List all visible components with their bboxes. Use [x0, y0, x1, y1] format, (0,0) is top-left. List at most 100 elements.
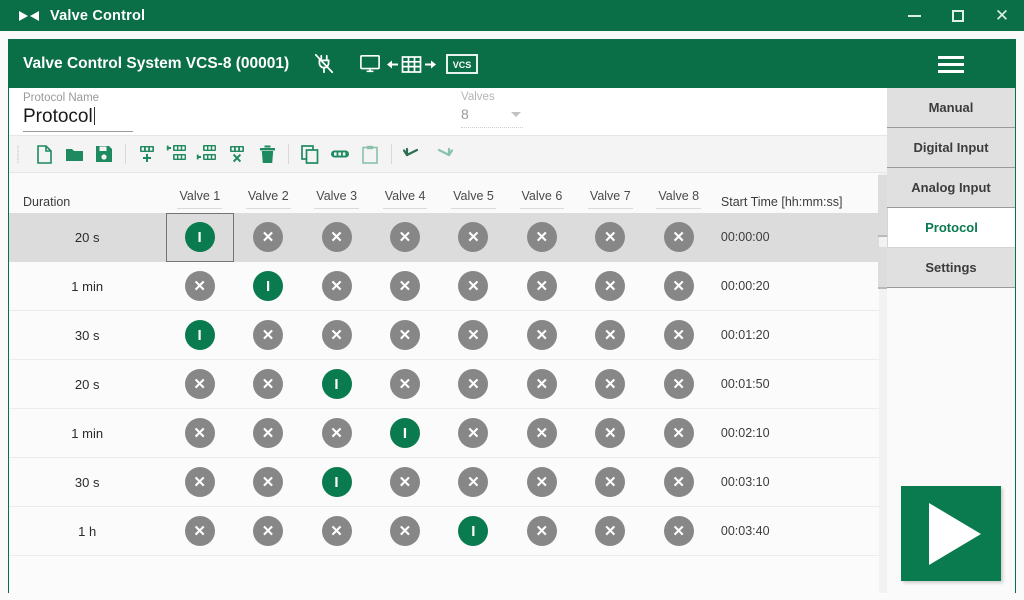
cell-valve-1[interactable]: ✕ [165, 507, 233, 556]
valve-off-icon[interactable]: ✕ [458, 369, 488, 399]
cell-valve-5[interactable]: ✕ [439, 311, 507, 360]
table-row[interactable]: 20 s✕✕I✕✕✕✕✕00:01:50 [9, 360, 889, 409]
cell-valve-2[interactable]: ✕ [234, 311, 302, 360]
valve-off-icon[interactable]: ✕ [664, 418, 694, 448]
cell-valve-5[interactable]: ✕ [439, 262, 507, 311]
protocol-name-input[interactable]: Protocol [23, 106, 133, 132]
cut-button[interactable] [325, 139, 355, 169]
cell-valve-3[interactable]: ✕ [302, 262, 370, 311]
valve-off-icon[interactable]: ✕ [253, 369, 283, 399]
valve-off-icon[interactable]: ✕ [322, 222, 352, 252]
valve-off-icon[interactable]: ✕ [595, 369, 625, 399]
valve-off-icon[interactable]: ✕ [664, 516, 694, 546]
cell-valve-4[interactable]: ✕ [371, 213, 439, 262]
valve-off-icon[interactable]: ✕ [253, 418, 283, 448]
table-row[interactable]: 30 s✕✕I✕✕✕✕✕00:03:10 [9, 458, 889, 507]
valve-off-icon[interactable]: ✕ [664, 369, 694, 399]
remove-row-button[interactable] [222, 139, 252, 169]
cell-valve-6[interactable]: ✕ [508, 458, 576, 507]
valve-off-icon[interactable]: ✕ [253, 467, 283, 497]
valve-off-icon[interactable]: ✕ [595, 418, 625, 448]
cell-valve-1[interactable]: ✕ [165, 360, 233, 409]
cell-valve-6[interactable]: ✕ [508, 360, 576, 409]
valve-off-icon[interactable]: ✕ [664, 271, 694, 301]
cell-valve-6[interactable]: ✕ [508, 409, 576, 458]
cell-valve-1[interactable]: ✕ [165, 458, 233, 507]
cell-valve-1[interactable]: ✕ [165, 409, 233, 458]
cell-valve-7[interactable]: ✕ [576, 409, 644, 458]
valve-off-icon[interactable]: ✕ [527, 320, 557, 350]
valve-off-icon[interactable]: ✕ [322, 271, 352, 301]
table-row[interactable]: 1 min✕✕✕I✕✕✕✕00:02:10 [9, 409, 889, 458]
cell-valve-3[interactable]: ✕ [302, 213, 370, 262]
valve-on-icon[interactable]: I [185, 222, 215, 252]
cell-valve-1[interactable]: ✕ [165, 262, 233, 311]
cell-valve-2[interactable]: ✕ [234, 409, 302, 458]
scrollbar-thumb[interactable] [878, 175, 887, 237]
redo-button[interactable] [428, 139, 458, 169]
valve-on-icon[interactable]: I [185, 320, 215, 350]
scrollbar-thumb-secondary[interactable] [878, 247, 887, 289]
cell-valve-7[interactable]: ✕ [576, 507, 644, 556]
valve-off-icon[interactable]: ✕ [458, 320, 488, 350]
cell-valve-3[interactable]: ✕ [302, 409, 370, 458]
valve-on-icon[interactable]: I [322, 369, 352, 399]
valve-off-icon[interactable]: ✕ [595, 467, 625, 497]
cell-valve-4[interactable]: ✕ [371, 507, 439, 556]
tab-digital-input[interactable]: Digital Input [887, 128, 1015, 168]
add-row-button[interactable] [132, 139, 162, 169]
undo-button[interactable] [398, 139, 428, 169]
cell-valve-3[interactable]: I [302, 360, 370, 409]
valve-off-icon[interactable]: ✕ [390, 320, 420, 350]
cell-valve-6[interactable]: ✕ [508, 262, 576, 311]
valve-on-icon[interactable]: I [458, 516, 488, 546]
insert-row-below-button[interactable] [192, 139, 222, 169]
cell-valve-4[interactable]: ✕ [371, 311, 439, 360]
valve-off-icon[interactable]: ✕ [458, 418, 488, 448]
cell-duration[interactable]: 30 s [9, 475, 165, 490]
table-row[interactable]: 20 sI✕✕✕✕✕✕✕00:00:00 [9, 213, 889, 262]
cell-valve-2[interactable]: ✕ [234, 507, 302, 556]
valve-off-icon[interactable]: ✕ [527, 222, 557, 252]
cell-valve-1[interactable]: I [165, 311, 233, 360]
cell-valve-7[interactable]: ✕ [576, 311, 644, 360]
table-row[interactable]: 1 h✕✕✕✕I✕✕✕00:03:40 [9, 507, 889, 556]
cell-duration[interactable]: 1 h [9, 524, 165, 539]
valve-off-icon[interactable]: ✕ [527, 271, 557, 301]
cell-valve-5[interactable]: ✕ [439, 360, 507, 409]
valve-off-icon[interactable]: ✕ [664, 320, 694, 350]
toolbar-grip[interactable] [17, 144, 25, 164]
cell-valve-4[interactable]: ✕ [371, 262, 439, 311]
valve-off-icon[interactable]: ✕ [322, 320, 352, 350]
valve-off-icon[interactable]: ✕ [390, 369, 420, 399]
cell-valve-8[interactable]: ✕ [644, 360, 712, 409]
open-file-button[interactable] [59, 139, 89, 169]
save-file-button[interactable] [89, 139, 119, 169]
valve-off-icon[interactable]: ✕ [322, 418, 352, 448]
cell-valve-8[interactable]: ✕ [644, 213, 712, 262]
valve-off-icon[interactable]: ✕ [253, 320, 283, 350]
valve-off-icon[interactable]: ✕ [595, 222, 625, 252]
valve-off-icon[interactable]: ✕ [185, 271, 215, 301]
cell-valve-4[interactable]: ✕ [371, 458, 439, 507]
valve-off-icon[interactable]: ✕ [458, 222, 488, 252]
cell-valve-7[interactable]: ✕ [576, 213, 644, 262]
cell-valve-5[interactable]: ✕ [439, 458, 507, 507]
valve-on-icon[interactable]: I [390, 418, 420, 448]
chevron-down-icon[interactable] [511, 112, 521, 117]
valve-off-icon[interactable]: ✕ [664, 222, 694, 252]
cell-valve-4[interactable]: ✕ [371, 360, 439, 409]
vcs-badge-icon[interactable]: VCS [443, 54, 481, 74]
valve-off-icon[interactable]: ✕ [185, 467, 215, 497]
valve-off-icon[interactable]: ✕ [185, 418, 215, 448]
cell-valve-8[interactable]: ✕ [644, 311, 712, 360]
cell-valve-2[interactable]: I [234, 262, 302, 311]
cell-duration[interactable]: 20 s [9, 377, 165, 392]
valve-off-icon[interactable]: ✕ [458, 467, 488, 497]
copy-button[interactable] [295, 139, 325, 169]
valve-off-icon[interactable]: ✕ [595, 320, 625, 350]
cell-valve-7[interactable]: ✕ [576, 360, 644, 409]
cell-valve-5[interactable]: ✕ [439, 409, 507, 458]
valve-on-icon[interactable]: I [322, 467, 352, 497]
cell-valve-6[interactable]: ✕ [508, 213, 576, 262]
